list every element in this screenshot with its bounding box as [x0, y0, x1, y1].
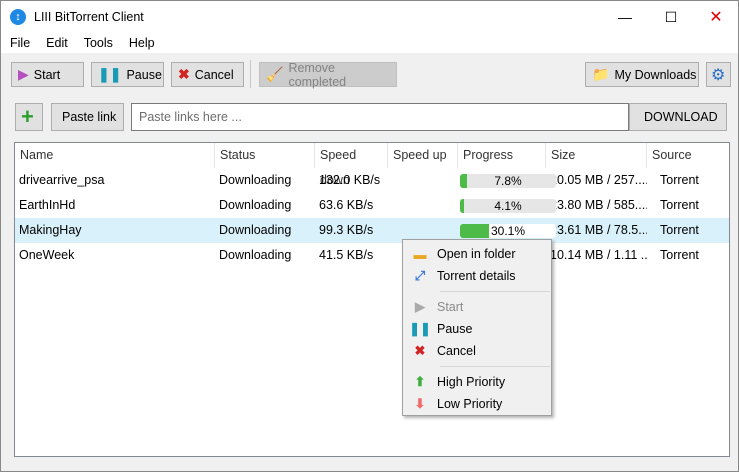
cell-size: 10.14 MB / 1.11 ... — [550, 248, 647, 262]
downloads-table: Name Status Speed down Speed up Progress… — [14, 142, 730, 457]
arrow-down-icon: ⬇ — [414, 396, 426, 411]
plus-icon: + — [21, 104, 34, 129]
cell-down: 63.6 KB/s — [319, 198, 374, 212]
maximize-button[interactable]: ☐ — [648, 1, 694, 33]
my-downloads-label: My Downloads — [614, 67, 697, 82]
high-priority-label: High Priority — [437, 375, 506, 389]
table-row[interactable]: OneWeek Downloading 41.5 KB/s 10.14 MB / 1.… — [15, 243, 729, 268]
pause-icon: ❚❚ — [98, 66, 122, 82]
cell-status: Downloading — [219, 223, 292, 237]
cell-size: 23.80 MB / 585.... — [550, 198, 647, 212]
pause-button[interactable]: ❚❚ Pause — [91, 62, 164, 87]
cell-down: 132.0 KB/s — [319, 173, 381, 187]
col-speed-down[interactable]: Speed down — [315, 143, 388, 187]
details-label: Torrent details — [437, 269, 516, 283]
progress-label: 30.1% — [490, 224, 526, 238]
cancel-label: Cancel — [437, 344, 476, 358]
cell-name: MakingHay — [19, 223, 82, 237]
progress-label: 7.8% — [494, 174, 522, 188]
col-source[interactable]: Source — [647, 143, 729, 168]
remove-completed-button[interactable]: 🧹 Remove completed — [259, 60, 397, 89]
progress-bar: 30.1% — [460, 224, 556, 238]
x-icon: ✖ — [178, 66, 190, 82]
menu-pause[interactable]: ❚❚ Pause — [403, 318, 551, 340]
download-button[interactable]: DOWNLOAD — [629, 103, 727, 131]
cell-status: Downloading — [219, 173, 292, 187]
cancel-button[interactable]: ✖ Cancel — [171, 62, 244, 87]
minimize-button[interactable]: — — [602, 1, 648, 33]
cell-down: 99.3 KB/s — [319, 223, 374, 237]
expand-arrows-icon: ⤢ — [414, 268, 426, 283]
cell-down: 41.5 KB/s — [319, 248, 374, 262]
open-folder-label: Open in folder — [437, 247, 516, 261]
menu-edit[interactable]: Edit — [37, 33, 75, 53]
menu-cancel[interactable]: ✖ Cancel — [403, 340, 551, 362]
menu-file[interactable]: File — [1, 33, 37, 53]
gear-icon: ⚙ — [711, 66, 726, 84]
add-button[interactable]: + — [15, 103, 43, 131]
col-status[interactable]: Status — [215, 143, 315, 168]
menu-open-folder[interactable]: ▬ Open in folder — [403, 243, 551, 265]
progress-bar: 4.1% — [460, 199, 556, 213]
broom-icon: 🧹 — [266, 66, 284, 82]
toolbar-divider — [250, 60, 251, 88]
table-row[interactable]: drivearrive_psa Downloading 132.0 KB/s 20.0… — [15, 168, 729, 193]
remove-completed-label: Remove completed — [288, 60, 347, 89]
cell-size: 23.61 MB / 78.5... — [550, 223, 647, 237]
cell-name: EarthInHd — [19, 198, 76, 212]
start-label: Start — [33, 67, 61, 82]
col-speed-up[interactable]: Speed up — [388, 143, 458, 168]
cell-source: Torrent — [660, 173, 699, 187]
context-menu: ▬ Open in folder ⤢ Torrent details ▶ Start … — [402, 239, 552, 416]
progress-label: 4.1% — [494, 199, 522, 213]
menu-separator — [440, 291, 550, 292]
col-name[interactable]: Name — [15, 143, 215, 168]
cell-size: 20.05 MB / 257.... — [550, 173, 647, 187]
menu-torrent-details[interactable]: ⤢ Torrent details — [403, 265, 551, 287]
arrow-up-icon: ⬆ — [414, 374, 426, 389]
menu-high-priority[interactable]: ⬆ High Priority — [403, 371, 551, 393]
cell-source: Torrent — [660, 223, 699, 237]
settings-button[interactable]: ⚙ — [706, 62, 731, 87]
paste-link-button[interactable]: Paste link — [51, 103, 124, 131]
progress-bar: 7.8% — [460, 174, 556, 188]
cell-source: Torrent — [660, 248, 699, 262]
cell-status: Downloading — [219, 248, 292, 262]
my-downloads-button[interactable]: 📁 My Downloads — [585, 62, 699, 87]
menu-low-priority[interactable]: ⬇ Low Priority — [403, 393, 551, 415]
menu-help[interactable]: Help — [120, 33, 162, 53]
start-button[interactable]: ▶ Start — [11, 62, 84, 87]
x-icon: ✖ — [414, 343, 426, 358]
table-row[interactable]: EarthInHd Downloading 63.6 KB/s 23.80 MB / … — [15, 193, 729, 218]
menu-bar: File Edit Tools Help — [1, 33, 738, 53]
links-input[interactable]: Paste links here ... — [131, 103, 629, 131]
cell-name: OneWeek — [19, 248, 75, 262]
play-icon: ▶ — [415, 299, 425, 314]
cell-name: drivearrive_psa — [19, 173, 105, 187]
pause-label: Pause — [437, 322, 473, 336]
col-progress[interactable]: Progress — [458, 143, 546, 168]
folder-download-icon: 📁 — [592, 66, 610, 82]
title-bar: ↕ LIII BitTorrent Client — ☐ ✕ — [1, 1, 738, 33]
col-size[interactable]: Size — [546, 143, 647, 168]
start-label: Start — [437, 300, 464, 314]
app-icon: ↕ — [10, 9, 26, 25]
folder-icon: ▬ — [413, 246, 427, 262]
menu-start[interactable]: ▶ Start — [403, 296, 551, 318]
cancel-label: Cancel — [194, 67, 234, 82]
low-priority-label: Low Priority — [437, 397, 503, 411]
window-title: LIII BitTorrent Client — [34, 10, 144, 24]
menu-separator — [440, 366, 550, 367]
menu-tools[interactable]: Tools — [75, 33, 120, 53]
pause-label: Pause — [126, 67, 162, 82]
pause-icon: ❚❚ — [409, 321, 431, 336]
table-row[interactable]: MakingHay Downloading 99.3 KB/s 23.61 MB / … — [15, 218, 729, 243]
cell-status: Downloading — [219, 198, 292, 212]
play-icon: ▶ — [18, 66, 29, 82]
close-button[interactable]: ✕ — [693, 1, 739, 33]
cell-source: Torrent — [660, 198, 699, 212]
